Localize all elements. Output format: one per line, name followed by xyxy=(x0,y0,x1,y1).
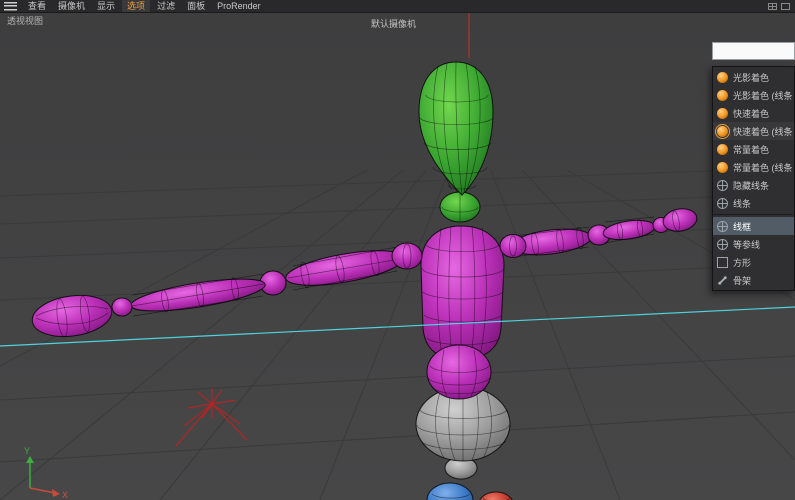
menu-item-skeleton[interactable]: 骨架 xyxy=(713,271,794,289)
wire-sphere-icon xyxy=(717,179,728,191)
box-icon xyxy=(717,256,728,268)
menu-item-label: 常量着色 (线条) xyxy=(733,162,792,173)
menu-panel[interactable]: 面板 xyxy=(182,0,210,12)
menu-camera[interactable]: 摄像机 xyxy=(53,0,90,12)
menu-item-label: 隐藏线条 xyxy=(733,180,770,191)
menu-prorender[interactable]: ProRender xyxy=(212,0,266,12)
abdomen xyxy=(426,344,492,400)
menu-display[interactable]: 显示 xyxy=(92,0,120,12)
menu-item-isoparms[interactable]: 等参线 xyxy=(713,235,794,253)
viewport-canvas[interactable]: Y X xyxy=(0,13,795,500)
c4d-viewport-window: 查看 摄像机 显示 选项 过滤 面板 ProRender Y X 透视视图 默认… xyxy=(0,0,795,500)
wire-sphere-icon xyxy=(717,197,728,209)
menu-item-label: 等参线 xyxy=(733,239,761,250)
menu-item-wireframe[interactable]: 线框 xyxy=(713,217,794,235)
menu-item-constant-shading[interactable]: 常量着色 xyxy=(713,140,794,158)
right-shoulder xyxy=(499,234,527,258)
menu-item-label: 线框 xyxy=(733,221,752,232)
menu-item-quick-shading-lines[interactable]: 快速着色 (线条) xyxy=(713,122,794,140)
menu-item-constant-shading-lines[interactable]: 常量着色 (线条) xyxy=(713,158,794,176)
menu-item-label: 光影着色 (线条) xyxy=(733,90,792,101)
single-view-layout-icon[interactable] xyxy=(781,2,790,10)
shaded-sphere-icon xyxy=(717,161,728,173)
menu-item-label: 线条 xyxy=(733,198,752,209)
menu-icon[interactable] xyxy=(4,1,17,11)
axis-x-label: X xyxy=(62,490,68,500)
menu-filter[interactable]: 过滤 xyxy=(152,0,180,12)
menu-separator xyxy=(714,214,793,215)
neck xyxy=(439,191,481,223)
left-shoulder xyxy=(391,242,423,270)
axis-y-label: Y xyxy=(24,446,30,456)
shaded-sphere-icon xyxy=(717,107,728,119)
camera-name-label[interactable]: 默认摄像机 xyxy=(371,19,416,30)
menu-item-hidden-line[interactable]: 隐藏线条 xyxy=(713,176,794,194)
menubar-right-icons xyxy=(768,2,790,10)
wire-sphere-icon xyxy=(717,220,728,232)
wire-sphere-icon xyxy=(717,238,728,250)
menu-item-gouraud-shading-lines[interactable]: 光影着色 (线条) xyxy=(713,86,794,104)
menu-item-gouraud-shading[interactable]: 光影着色 xyxy=(713,68,794,86)
menu-item-box[interactable]: 方形 xyxy=(713,253,794,271)
menu-item-label: 快速着色 (线条) xyxy=(733,126,792,137)
menu-view[interactable]: 查看 xyxy=(23,0,51,12)
menu-item-label: 方形 xyxy=(733,257,752,268)
skeleton-icon xyxy=(717,275,728,286)
viewport-3d: Y X 透视视图 默认摄像机 光影着色 光影着色 (线条) 快速着色 快速着色 … xyxy=(0,13,795,500)
menu-search-input[interactable] xyxy=(712,42,795,60)
view-name-label[interactable]: 透视视图 xyxy=(7,16,43,27)
menu-item-quick-shading[interactable]: 快速着色 xyxy=(713,104,794,122)
menu-item-label: 常量着色 xyxy=(733,144,770,155)
shaded-sphere-icon xyxy=(715,123,730,139)
menu-item-lines[interactable]: 线条 xyxy=(713,194,794,212)
menu-item-label: 骨架 xyxy=(733,275,752,286)
menu-item-label: 快速着色 xyxy=(733,108,770,119)
display-mode-menu: 光影着色 光影着色 (线条) 快速着色 快速着色 (线条) 常量着色 常量着色 … xyxy=(712,66,795,291)
torso xyxy=(420,225,505,360)
menu-options[interactable]: 选项 xyxy=(122,0,151,12)
shaded-sphere-icon xyxy=(717,143,728,155)
shaded-sphere-icon xyxy=(717,71,728,83)
menu-item-label: 光影着色 xyxy=(733,72,770,83)
shaded-sphere-icon xyxy=(717,89,728,101)
four-view-layout-icon[interactable] xyxy=(768,2,777,10)
viewport-menu-bar: 查看 摄像机 显示 选项 过滤 面板 ProRender xyxy=(0,0,795,13)
